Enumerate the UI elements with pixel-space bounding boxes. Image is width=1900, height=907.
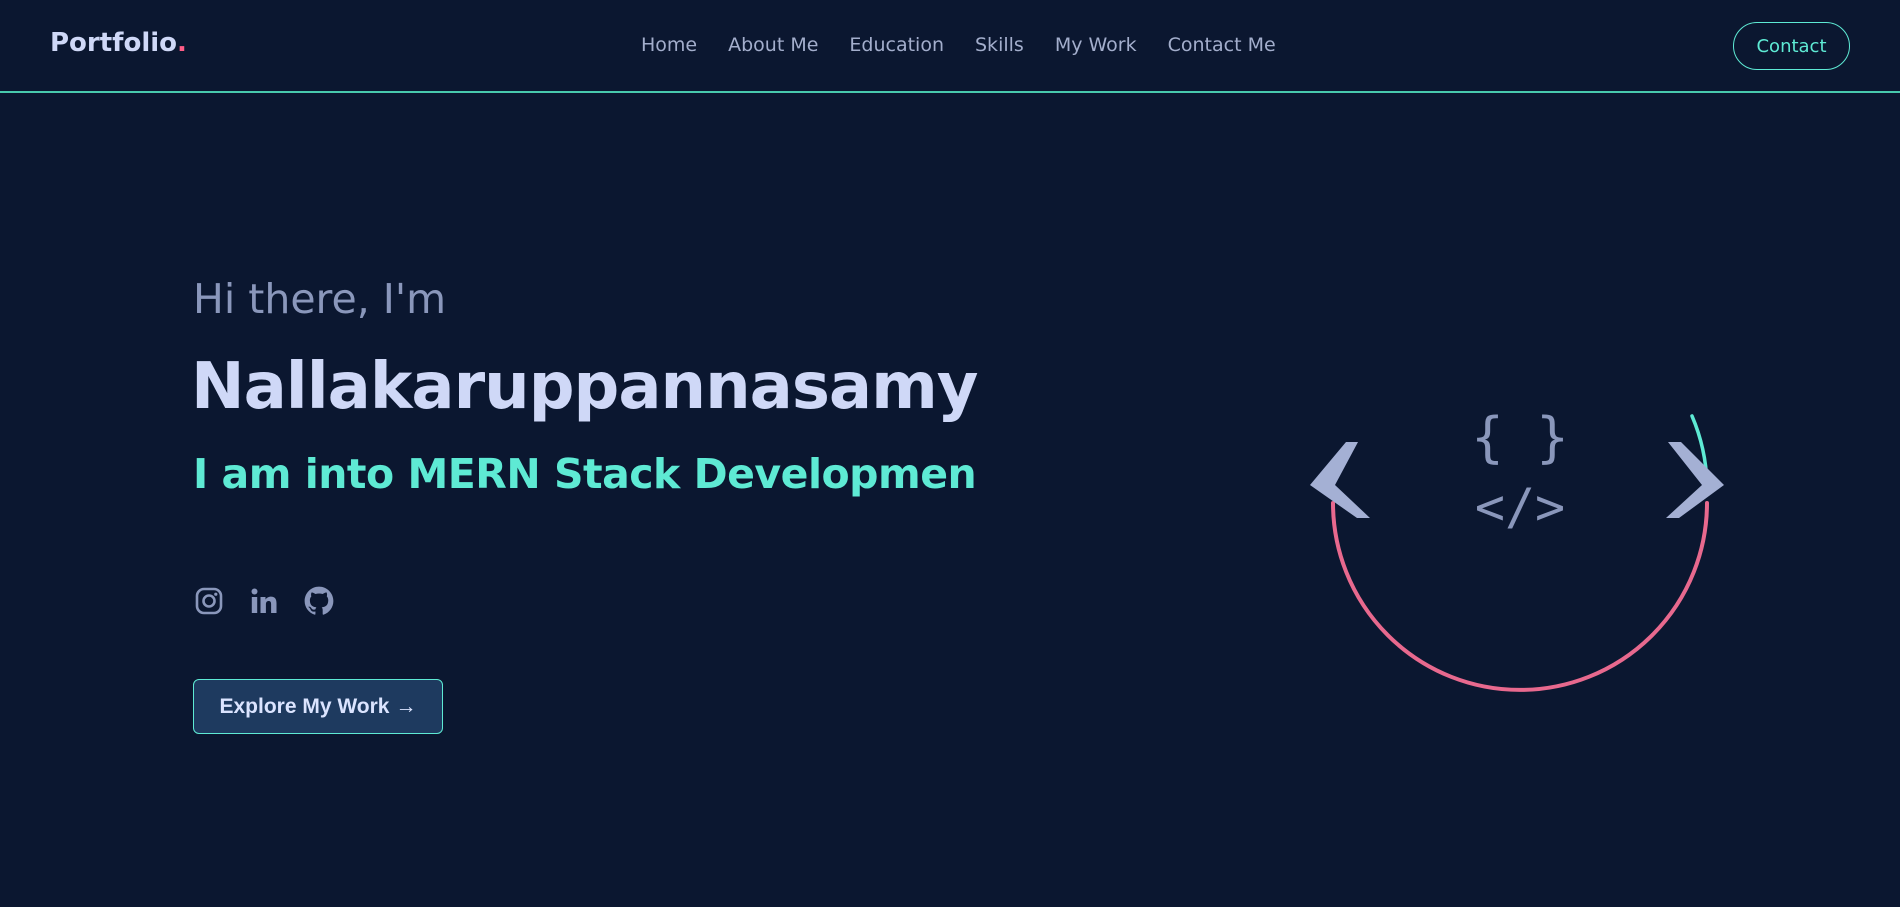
- nav-my-work[interactable]: My Work: [1055, 34, 1137, 56]
- explore-my-work-button[interactable]: Explore My Work →: [193, 679, 443, 734]
- social-links: [193, 583, 335, 619]
- instagram-icon[interactable]: [193, 583, 225, 619]
- arrow-right-icon: →: [395, 694, 417, 718]
- code-illustration: { } </>: [1300, 400, 1750, 700]
- left-chevron-icon: [1310, 442, 1370, 518]
- code-tag-icon: </>: [1475, 478, 1565, 536]
- main-nav: Home About Me Education Skills My Work C…: [641, 34, 1276, 56]
- hero-greeting: Hi there, I'm: [193, 275, 447, 323]
- braces-icon: { }: [1471, 406, 1569, 469]
- logo-dot: .: [177, 28, 187, 58]
- right-chevron-icon: [1666, 442, 1724, 518]
- nav-contact-me[interactable]: Contact Me: [1168, 34, 1276, 56]
- explore-label: Explore My Work: [219, 694, 390, 718]
- logo-text: Portfolio: [50, 28, 178, 58]
- page: Portfolio. Home About Me Education Skill…: [0, 0, 1900, 907]
- hero-role: I am into MERN Stack Developmen: [193, 450, 977, 498]
- nav-home[interactable]: Home: [641, 34, 697, 56]
- nav-about-me[interactable]: About Me: [728, 34, 818, 56]
- nav-education[interactable]: Education: [849, 34, 944, 56]
- hero-name: Nallakaruppannasamy: [191, 350, 978, 424]
- contact-button[interactable]: Contact: [1733, 22, 1850, 70]
- top-navbar: Portfolio. Home About Me Education Skill…: [0, 0, 1900, 93]
- nav-skills[interactable]: Skills: [975, 34, 1024, 56]
- linkedin-icon[interactable]: [248, 583, 280, 619]
- github-icon[interactable]: [303, 583, 335, 619]
- logo[interactable]: Portfolio.: [50, 28, 187, 58]
